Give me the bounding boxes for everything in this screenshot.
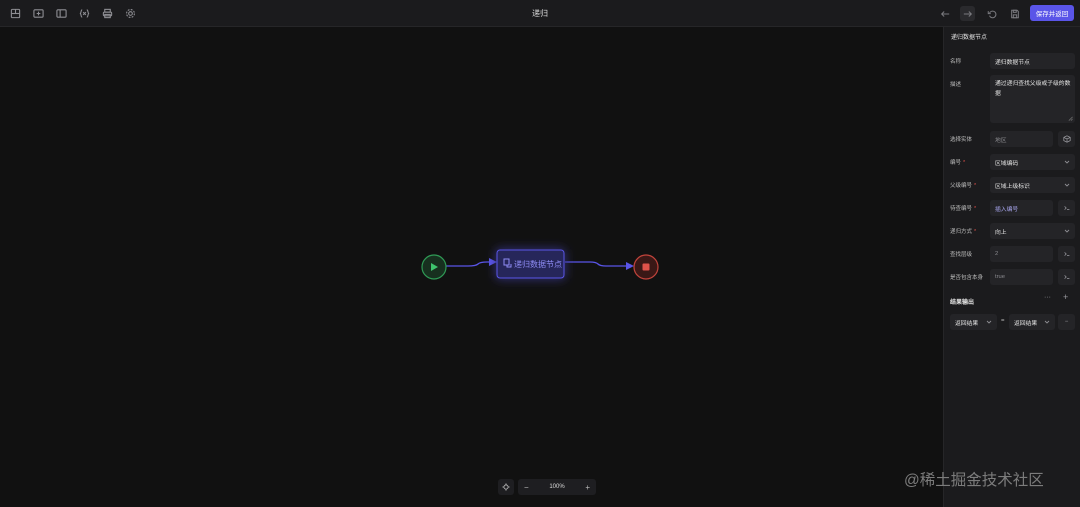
chevron-down-icon xyxy=(1064,182,1070,188)
entity-value: 地区 xyxy=(995,137,1007,144)
panel-title: 递归数据节点 xyxy=(951,35,988,41)
chevron-down-icon xyxy=(1044,319,1050,325)
undo-arrow-icon[interactable] xyxy=(937,6,952,21)
depth-label: 查找层级 xyxy=(950,252,973,258)
zoom-bar: − 100% + xyxy=(518,479,596,495)
import-icon[interactable] xyxy=(32,7,45,20)
depth-value: 2 xyxy=(995,251,999,257)
panel-icon[interactable] xyxy=(55,7,68,20)
chevron-down-icon xyxy=(1064,228,1070,234)
name-field[interactable]: 递归数据节点 xyxy=(990,53,1075,69)
end-node[interactable] xyxy=(633,254,659,280)
name-label: 名称 xyxy=(950,59,962,65)
print-icon[interactable] xyxy=(101,7,114,20)
output-left-value: 返回结果 xyxy=(955,320,979,327)
fit-view-button[interactable] xyxy=(498,479,514,495)
code-select[interactable]: 区域编码 xyxy=(990,154,1075,170)
target-code-field[interactable]: 插入编号 xyxy=(990,200,1053,216)
output-section-title: 结果输出 xyxy=(950,300,975,306)
top-toolbar: 递归 保存并返回 xyxy=(0,0,1080,27)
parent-code-label: 父级编号 * xyxy=(950,183,977,189)
include-self-value: true xyxy=(995,274,1005,280)
flow-diagram xyxy=(421,249,659,280)
output-more-icon[interactable]: ··· xyxy=(1044,294,1051,301)
code-label: 编号 * xyxy=(950,160,966,166)
target-code-placeholder: 插入编号 xyxy=(995,206,1019,213)
code-value: 区域编码 xyxy=(995,160,1019,167)
include-self-field[interactable]: true xyxy=(990,269,1053,285)
include-self-label: 是否包含本身 xyxy=(950,275,984,281)
variable-insert-icon xyxy=(1063,275,1069,279)
stop-icon xyxy=(642,263,650,271)
edge-start-to-node[interactable] xyxy=(446,258,497,267)
output-right-select[interactable]: 返回结果 xyxy=(1009,314,1055,330)
zoom-level: 100% xyxy=(549,484,565,490)
output-remove-button[interactable]: − xyxy=(1058,314,1075,330)
description-label: 描述 xyxy=(950,82,962,88)
zoom-controls: − 100% + xyxy=(498,479,596,495)
layout-icon[interactable] xyxy=(9,7,22,20)
page-title: 递归 xyxy=(532,9,548,18)
save-and-return-button[interactable]: 保存并返回 xyxy=(1030,5,1074,21)
description-value: 通过递归查找父级或子级的数据 xyxy=(995,81,1071,97)
variable-insert-icon xyxy=(1063,206,1069,210)
revert-icon[interactable] xyxy=(984,6,999,21)
properties-panel: 递归数据节点 名称 递归数据节点 描述 通过递归查找父级或子级的数据 选择实体 … xyxy=(943,27,1080,507)
app-window: 递归 保存并返回 递归数据节点 − 100% + 递归数据节点 名称 递归数据节… xyxy=(0,0,1080,507)
edge-node-to-end[interactable] xyxy=(565,261,634,270)
chevron-down-icon xyxy=(1064,159,1070,165)
recursion-node-label: 递归数据节点 xyxy=(514,260,562,269)
depth-field[interactable]: 2 xyxy=(990,246,1053,262)
mode-select[interactable]: 向上 xyxy=(990,223,1075,239)
target-code-label: 待查编号 * xyxy=(950,206,977,212)
save-icon[interactable] xyxy=(1007,6,1022,21)
mode-label: 递归方式 * xyxy=(950,229,977,235)
settings-icon[interactable] xyxy=(124,7,137,20)
description-textarea[interactable]: 通过递归查找父级或子级的数据 xyxy=(990,75,1075,123)
parent-code-value: 区域上级标识 xyxy=(995,183,1030,190)
resize-handle-icon[interactable] xyxy=(1068,116,1073,121)
entity-cube-button[interactable] xyxy=(1058,131,1075,147)
parent-code-select[interactable]: 区域上级标识 xyxy=(990,177,1075,193)
include-self-variable-button[interactable] xyxy=(1058,269,1075,285)
mode-value: 向上 xyxy=(995,229,1007,236)
start-node[interactable] xyxy=(421,254,447,280)
zoom-out-button[interactable]: − xyxy=(524,483,529,492)
zoom-in-button[interactable]: + xyxy=(585,483,590,492)
variable-icon[interactable] xyxy=(78,7,91,20)
output-left-select[interactable]: 返回结果 xyxy=(950,314,997,330)
flow-canvas[interactable]: 递归数据节点 − 100% + xyxy=(0,27,943,507)
entity-field[interactable]: 地区 xyxy=(990,131,1053,147)
target-code-variable-button[interactable] xyxy=(1058,200,1075,216)
equals-sign: = xyxy=(1001,318,1005,324)
crosshair-icon xyxy=(502,483,510,491)
name-value: 递归数据节点 xyxy=(995,59,1030,66)
depth-variable-button[interactable] xyxy=(1058,246,1075,262)
output-right-value: 返回结果 xyxy=(1014,320,1038,327)
redo-arrow-icon[interactable] xyxy=(960,6,975,21)
variable-insert-icon xyxy=(1063,252,1069,256)
watermark: @稀土掘金技术社区 xyxy=(904,472,1044,489)
entity-label: 选择实体 xyxy=(950,137,973,143)
cube-icon xyxy=(1062,135,1071,143)
output-add-icon[interactable]: + xyxy=(1063,292,1068,302)
chevron-down-icon xyxy=(986,319,992,325)
